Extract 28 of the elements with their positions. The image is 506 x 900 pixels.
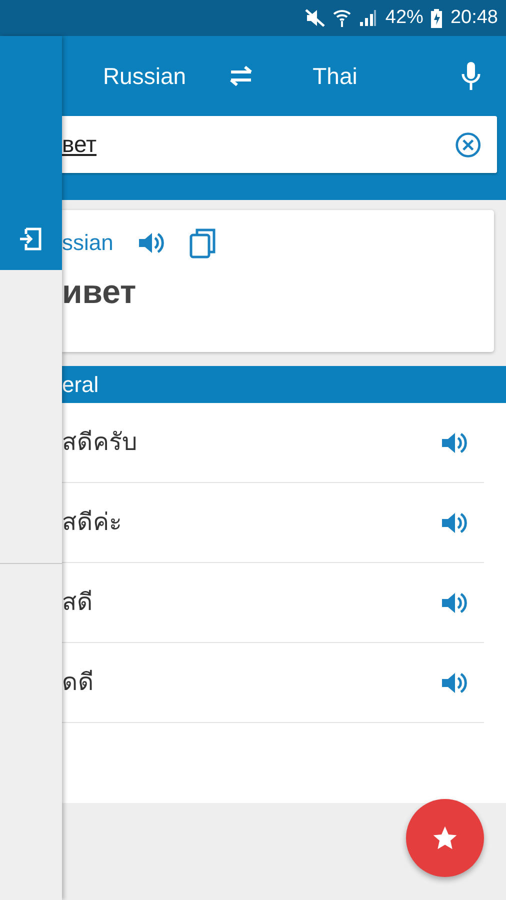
translation-text: สดี bbox=[62, 588, 93, 618]
wifi-icon bbox=[333, 9, 352, 27]
translation-row[interactable]: สดีค่ะ bbox=[62, 483, 484, 563]
search-field[interactable]: вет bbox=[62, 116, 497, 173]
section-header: eral bbox=[62, 366, 506, 403]
translation-row[interactable]: ดดี bbox=[62, 643, 484, 723]
translation-text: ดดี bbox=[62, 668, 94, 698]
swap-icon[interactable] bbox=[227, 66, 255, 86]
source-language-button[interactable]: Russian bbox=[62, 58, 227, 94]
copy-icon[interactable] bbox=[189, 226, 218, 258]
favorite-button[interactable] bbox=[406, 799, 484, 877]
mute-icon bbox=[305, 9, 326, 27]
translation-text: สดีค่ะ bbox=[62, 508, 122, 538]
translation-text: สดีครับ bbox=[62, 428, 137, 458]
star-icon bbox=[431, 824, 459, 852]
clock-time: 20:48 bbox=[450, 6, 498, 30]
clear-icon[interactable] bbox=[454, 130, 481, 158]
target-language-button[interactable]: Thai bbox=[255, 58, 415, 94]
signal-icon bbox=[359, 9, 378, 27]
translation-row[interactable]: สดีครับ bbox=[62, 403, 484, 483]
result-text: ивет bbox=[62, 272, 138, 312]
search-text: вет bbox=[62, 130, 98, 160]
result-language: ssian bbox=[62, 229, 114, 257]
battery-percentage: 42% bbox=[385, 6, 424, 30]
microphone-icon[interactable] bbox=[461, 61, 481, 91]
sign-in-icon[interactable] bbox=[18, 226, 44, 252]
battery-icon bbox=[431, 8, 442, 28]
translation-row[interactable]: สดี bbox=[62, 563, 484, 643]
